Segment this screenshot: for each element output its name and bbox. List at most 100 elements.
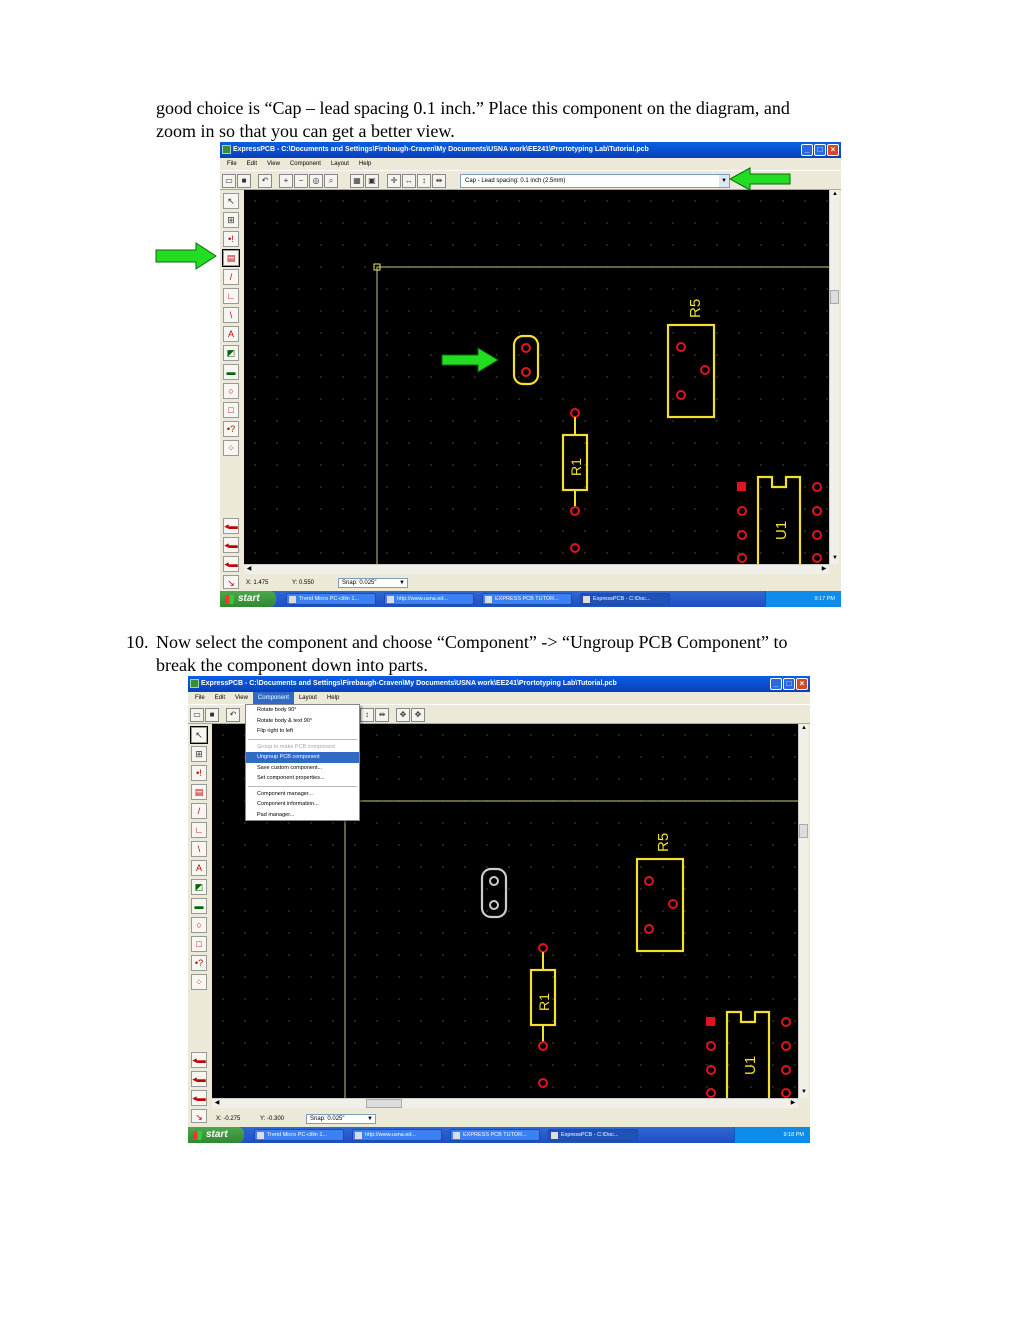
menu-layout[interactable]: Layout bbox=[294, 692, 322, 704]
u1-pad-1[interactable] bbox=[737, 482, 746, 491]
vertical-scrollbar[interactable]: ▲ ▼ bbox=[798, 724, 808, 1098]
scroll-right-icon[interactable]: ▶ bbox=[788, 1099, 798, 1109]
fill-icon[interactable]: ◩ bbox=[223, 345, 239, 361]
corner-trace-icon[interactable]: ∟ bbox=[223, 288, 239, 304]
menu-help[interactable]: Help bbox=[322, 692, 344, 704]
align-h-icon[interactable]: ↔ bbox=[402, 174, 416, 188]
component-icon[interactable]: ▤ bbox=[222, 249, 240, 267]
layer2-icon[interactable]: ▣ bbox=[365, 174, 379, 188]
task-tutorial[interactable]: EXPRESS PCB TUTOR... bbox=[482, 593, 572, 605]
scroll-up-icon[interactable]: ▲ bbox=[799, 724, 809, 734]
diagonal-trace-icon[interactable]: \ bbox=[191, 841, 207, 857]
u1-pad-1[interactable] bbox=[706, 1017, 715, 1026]
spacing-icon[interactable]: ⇹ bbox=[375, 708, 389, 722]
scroll-down-icon[interactable]: ▼ bbox=[799, 1088, 809, 1098]
component-select[interactable]: Cap - Lead spacing: 0.1 inch (2.5mm) ▼ bbox=[460, 174, 730, 188]
menu-item-set-properties[interactable]: Set component properties... bbox=[246, 773, 359, 784]
open-icon[interactable]: ▭ bbox=[190, 708, 204, 722]
task-expresspcb[interactable]: ExpressPCB - C:\Doc... bbox=[548, 1129, 638, 1141]
filled-rect-icon[interactable]: ▬ bbox=[191, 898, 207, 914]
chevron-down-icon[interactable]: ▼ bbox=[399, 579, 405, 587]
menu-item-component-manager[interactable]: Component manager... bbox=[246, 789, 359, 800]
align-icon[interactable]: ✛ bbox=[387, 174, 401, 188]
circle-icon[interactable]: ○ bbox=[191, 917, 207, 933]
chevron-down-icon[interactable]: ▼ bbox=[367, 1115, 373, 1123]
query-icon[interactable]: •? bbox=[223, 421, 239, 437]
task-expresspcb[interactable]: ExpressPCB - C:\Doc... bbox=[580, 593, 670, 605]
minimize-button[interactable]: _ bbox=[801, 144, 813, 156]
menu-view[interactable]: View bbox=[230, 692, 253, 704]
menu-file[interactable]: File bbox=[190, 692, 210, 704]
scroll-left-icon[interactable]: ◀ bbox=[212, 1099, 222, 1109]
menu-file[interactable]: File bbox=[222, 158, 242, 170]
scroll-thumb[interactable] bbox=[799, 824, 808, 838]
snap-select[interactable]: Snap: 0.025" ▼ bbox=[306, 1114, 376, 1124]
layer-icon[interactable]: ▦ bbox=[350, 174, 364, 188]
menu-item-component-info[interactable]: Component information... bbox=[246, 799, 359, 810]
maximize-button[interactable]: □ bbox=[814, 144, 826, 156]
diagonal-trace-icon[interactable]: \ bbox=[223, 307, 239, 323]
trace-icon[interactable]: / bbox=[223, 269, 239, 285]
task-trend-micro[interactable]: Trend Micro PC-cillin 1... bbox=[286, 593, 376, 605]
select-arrow-icon[interactable]: ↖ bbox=[190, 726, 208, 744]
netlist-icon[interactable]: ⁘ bbox=[223, 440, 239, 456]
zoom-in-icon[interactable]: + bbox=[279, 174, 293, 188]
netlist-icon[interactable]: ⁘ bbox=[191, 974, 207, 990]
circle-icon[interactable]: ○ bbox=[223, 383, 239, 399]
zoom-region-icon[interactable]: ⊞ bbox=[223, 212, 239, 228]
rectangle-icon[interactable]: □ bbox=[191, 936, 207, 952]
vertical-scrollbar[interactable]: ▲ ▼ bbox=[829, 190, 839, 564]
pcb-canvas[interactable]: R5 R1 U1 bbox=[244, 190, 829, 564]
menu-component[interactable]: Component bbox=[285, 158, 326, 170]
menu-item-flip[interactable]: Flip right to left bbox=[246, 726, 359, 737]
align-v-icon[interactable]: ↕ bbox=[417, 174, 431, 188]
scroll-thumb[interactable] bbox=[366, 1099, 402, 1108]
undo-icon[interactable]: ↶ bbox=[258, 174, 272, 188]
text-icon[interactable]: A bbox=[223, 326, 239, 342]
horizontal-scrollbar[interactable]: ◀ ▶ bbox=[244, 564, 829, 574]
undo-icon[interactable]: ↶ bbox=[226, 708, 240, 722]
scroll-down-icon[interactable]: ▼ bbox=[830, 554, 840, 564]
layer-silk-icon[interactable]: ◂▬ bbox=[223, 556, 239, 572]
layer-bottom-icon[interactable]: ◂▬ bbox=[191, 1071, 207, 1087]
component-icon[interactable]: ▤ bbox=[191, 784, 207, 800]
menu-help[interactable]: Help bbox=[354, 158, 376, 170]
open-icon[interactable]: ▭ bbox=[222, 174, 236, 188]
layer-silk-icon[interactable]: ◂▬ bbox=[191, 1090, 207, 1106]
minimize-button[interactable]: _ bbox=[770, 678, 782, 690]
fill-icon[interactable]: ◩ bbox=[191, 879, 207, 895]
start-button[interactable]: start bbox=[220, 591, 276, 607]
trace-icon[interactable]: / bbox=[191, 803, 207, 819]
menu-item-rotate-body-text[interactable]: Rotate body & text 90° bbox=[246, 716, 359, 727]
horizontal-scrollbar[interactable]: ◀ ▶ bbox=[212, 1098, 798, 1108]
rectangle-icon[interactable]: □ bbox=[223, 402, 239, 418]
text-icon[interactable]: A bbox=[191, 860, 207, 876]
query-icon[interactable]: •? bbox=[191, 955, 207, 971]
menu-item-group[interactable]: Group to make PCB component bbox=[246, 742, 359, 753]
scroll-left-icon[interactable]: ◀ bbox=[244, 565, 254, 575]
menu-edit[interactable]: Edit bbox=[210, 692, 230, 704]
save-icon[interactable]: ■ bbox=[205, 708, 219, 722]
spacing-icon[interactable]: ⇹ bbox=[432, 174, 446, 188]
move-icon[interactable]: ✥ bbox=[396, 708, 410, 722]
task-browser[interactable]: http://www.usna.ed... bbox=[384, 593, 474, 605]
pad-icon[interactable]: •! bbox=[223, 231, 239, 247]
scroll-thumb[interactable] bbox=[830, 290, 839, 304]
menu-view[interactable]: View bbox=[262, 158, 285, 170]
align-v-icon[interactable]: ↕ bbox=[360, 708, 374, 722]
zoom-region-icon[interactable]: ⊞ bbox=[191, 746, 207, 762]
zoom-fit-icon[interactable]: ◎ bbox=[309, 174, 323, 188]
snap-select[interactable]: Snap: 0.025" ▼ bbox=[338, 578, 408, 588]
pad-icon[interactable]: •! bbox=[191, 765, 207, 781]
close-button[interactable]: × bbox=[827, 144, 839, 156]
corner-trace-icon[interactable]: ∟ bbox=[191, 822, 207, 838]
layer-top-icon[interactable]: ◂▬ bbox=[191, 1052, 207, 1068]
start-button[interactable]: start bbox=[188, 1127, 244, 1143]
task-tutorial[interactable]: EXPRESS PCB TUTOR... bbox=[450, 1129, 540, 1141]
maximize-button[interactable]: □ bbox=[783, 678, 795, 690]
filled-rect-icon[interactable]: ▬ bbox=[223, 364, 239, 380]
menu-item-ungroup[interactable]: Ungroup PCB component bbox=[246, 752, 359, 763]
menu-item-rotate-body[interactable]: Rotate body 90° bbox=[246, 705, 359, 716]
zoom-out-icon[interactable]: − bbox=[294, 174, 308, 188]
menu-component[interactable]: Component bbox=[252, 692, 294, 704]
